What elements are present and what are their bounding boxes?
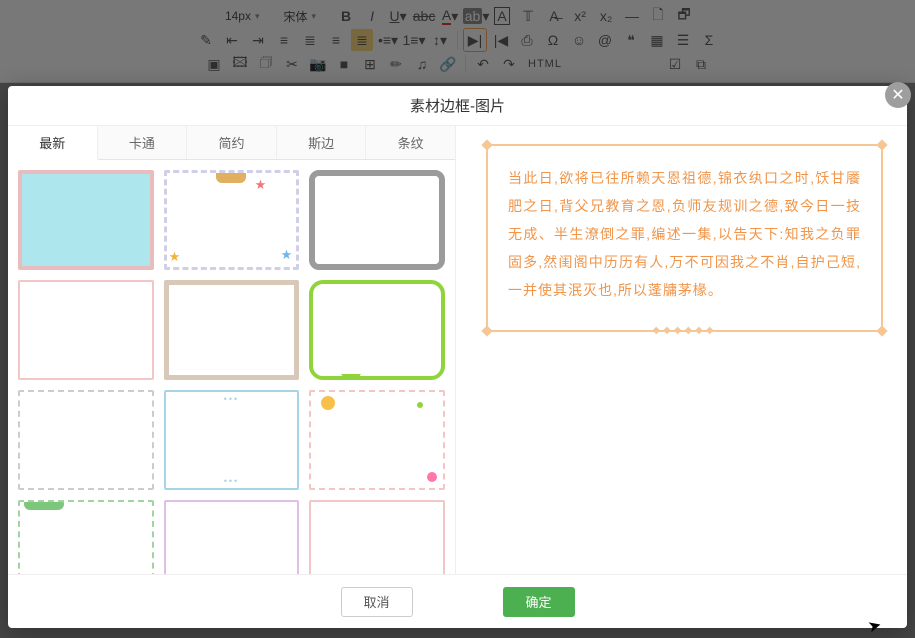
tab-latest[interactable]: 最新: [8, 126, 98, 160]
dialog-preview-panel: 当此日,欲将已往所赖天恩祖德,锦衣纨口之时,饫甘餍肥之日,背父兄教育之恩,负师友…: [456, 126, 907, 574]
tab-stripes[interactable]: 条纹: [366, 126, 455, 159]
preview-text: 当此日,欲将已往所赖天恩祖德,锦衣纨口之时,饫甘餍肥之日,背父兄教育之恩,负师友…: [508, 164, 861, 304]
frame-thumb-2[interactable]: ★ ★ ★: [164, 170, 300, 270]
dot-icon: [417, 402, 423, 408]
bottom-ornament-icon: ◆◆◆◆◆◆: [652, 325, 716, 336]
corner-ornament-icon: [876, 139, 887, 150]
preview-frame: 当此日,欲将已往所赖天恩祖德,锦衣纨口之时,饫甘餍肥之日,背父兄教育之恩,负师友…: [486, 144, 883, 332]
dialog-title: 素材边框-图片: [410, 95, 505, 116]
frame-thumb-11[interactable]: [164, 500, 300, 574]
dot-icon: [321, 396, 335, 410]
close-icon: ✕: [891, 85, 904, 105]
frame-thumb-12[interactable]: [309, 500, 445, 574]
frame-thumb-9[interactable]: [309, 390, 445, 490]
corner-ornament-icon: [481, 139, 492, 150]
corner-ornament-icon: [481, 325, 492, 336]
star-icon: ★: [169, 249, 181, 265]
dialog-left-panel: 最新 卡通 简约 斯边 条纹 ★ ★ ★: [8, 126, 456, 574]
confirm-button[interactable]: 确定: [503, 587, 575, 617]
frame-thumb-4[interactable]: [18, 280, 154, 380]
dialog-footer: 取消 确定: [8, 574, 907, 628]
frame-thumb-6[interactable]: [309, 280, 445, 380]
corner-ornament-icon: [876, 325, 887, 336]
frame-thumb-3[interactable]: [309, 170, 445, 270]
dialog-title-bar: 素材边框-图片 ✕: [8, 86, 907, 126]
tab-simple[interactable]: 简约: [187, 126, 277, 159]
frame-thumb-5[interactable]: [164, 280, 300, 380]
star-icon: ★: [255, 177, 267, 193]
frame-thumb-10[interactable]: [18, 500, 154, 574]
category-tabs: 最新 卡通 简约 斯边 条纹: [8, 126, 455, 160]
star-icon: ★: [281, 247, 293, 263]
frame-thumb-1[interactable]: [18, 170, 154, 270]
frame-thumb-7[interactable]: [18, 390, 154, 490]
tab-torn[interactable]: 斯边: [277, 126, 367, 159]
frame-thumbnails: ★ ★ ★: [8, 160, 455, 574]
tab-cartoon[interactable]: 卡通: [98, 126, 188, 159]
cancel-button[interactable]: 取消: [341, 587, 413, 617]
frame-picker-dialog: 素材边框-图片 ✕ 最新 卡通 简约 斯边 条纹 ★ ★ ★: [8, 86, 907, 628]
dot-icon: [427, 472, 437, 482]
frame-thumb-8[interactable]: [164, 390, 300, 490]
close-button[interactable]: ✕: [885, 82, 911, 108]
